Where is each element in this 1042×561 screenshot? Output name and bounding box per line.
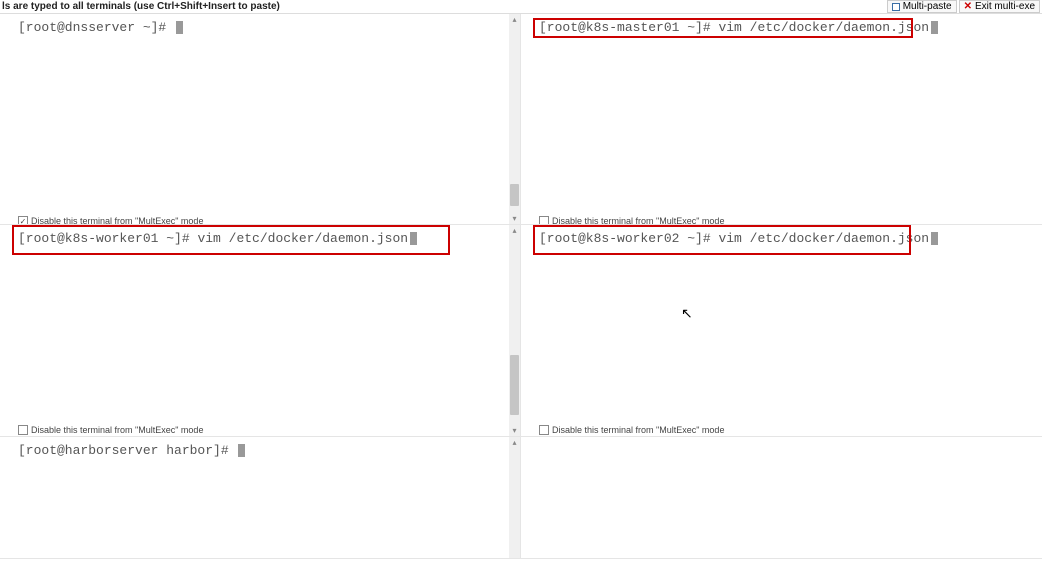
terminal-pane-harborserver[interactable]: [root@harborserver harbor]# ▴ (0, 437, 521, 559)
checkbox-icon[interactable]: ✓ (18, 216, 28, 225)
scroll-thumb[interactable] (510, 355, 519, 415)
top-bar-buttons: Multi-paste ✕ Exit multi-exe (887, 0, 1042, 13)
multi-paste-button[interactable]: Multi-paste (887, 0, 957, 13)
disable-terminal-checkbox-row[interactable]: Disable this terminal from "MultExec" mo… (18, 425, 203, 435)
scrollbar[interactable]: ▴ ▾ (509, 14, 520, 224)
close-icon: ✕ (964, 3, 972, 11)
checkbox-icon[interactable] (539, 216, 549, 225)
terminal-prompt-line[interactable]: [root@dnsserver ~]# (0, 14, 520, 35)
scrollbar[interactable]: ▴ ▾ (509, 225, 520, 436)
terminal-pane-k8s-worker01[interactable]: [root@k8s-worker01 ~]# vim /etc/docker/d… (0, 225, 521, 437)
scroll-thumb[interactable] (510, 184, 519, 206)
terminal-prompt-line[interactable]: [root@harborserver harbor]# (0, 437, 520, 458)
scroll-up-icon[interactable]: ▴ (509, 225, 520, 236)
terminal-pane-k8s-master01[interactable]: [root@k8s-master01 ~]# vim /etc/docker/d… (521, 14, 1042, 225)
prompt-text: [root@harborserver harbor]# (18, 443, 236, 458)
scrollbar[interactable]: ▴ (509, 437, 520, 558)
exit-multi-exec-button[interactable]: ✕ Exit multi-exe (959, 0, 1040, 13)
highlight-box (533, 18, 913, 38)
terminal-grid: [root@dnsserver ~]# ✓ Disable this termi… (0, 14, 1042, 561)
terminal-pane-dnsserver[interactable]: [root@dnsserver ~]# ✓ Disable this termi… (0, 14, 521, 225)
page-icon (892, 3, 900, 11)
checkbox-icon[interactable] (539, 425, 549, 435)
terminal-cursor (931, 232, 938, 245)
scroll-down-icon[interactable]: ▾ (509, 213, 520, 224)
scroll-up-icon[interactable]: ▴ (509, 14, 520, 25)
terminal-pane-empty (521, 437, 1042, 559)
terminal-pane-k8s-worker02[interactable]: [root@k8s-worker02 ~]# vim /etc/docker/d… (521, 225, 1042, 437)
disable-terminal-checkbox-row[interactable]: Disable this terminal from "MultExec" mo… (539, 216, 724, 225)
top-bar-info-text: ls are typed to all terminals (use Ctrl+… (0, 1, 887, 12)
disable-terminal-checkbox-row[interactable]: ✓ Disable this terminal from "MultExec" … (18, 216, 203, 225)
terminal-cursor (238, 444, 245, 457)
terminal-cursor (931, 21, 938, 34)
mouse-cursor-icon: ↖ (681, 305, 693, 322)
checkbox-icon[interactable] (18, 425, 28, 435)
highlight-box (12, 225, 450, 255)
top-info-bar: ls are typed to all terminals (use Ctrl+… (0, 0, 1042, 14)
multi-paste-label: Multi-paste (903, 1, 952, 12)
disable-label: Disable this terminal from "MultExec" mo… (31, 425, 203, 435)
disable-label: Disable this terminal from "MultExec" mo… (552, 216, 724, 225)
exit-label: Exit multi-exe (975, 1, 1035, 12)
disable-terminal-checkbox-row[interactable]: Disable this terminal from "MultExec" mo… (539, 425, 724, 435)
scroll-down-icon[interactable]: ▾ (509, 425, 520, 436)
terminal-cursor (176, 21, 183, 34)
highlight-box (533, 225, 911, 255)
disable-label: Disable this terminal from "MultExec" mo… (552, 425, 724, 435)
scroll-up-icon[interactable]: ▴ (509, 437, 520, 448)
disable-label: Disable this terminal from "MultExec" mo… (31, 216, 203, 225)
prompt-text: [root@dnsserver ~]# (18, 20, 174, 35)
